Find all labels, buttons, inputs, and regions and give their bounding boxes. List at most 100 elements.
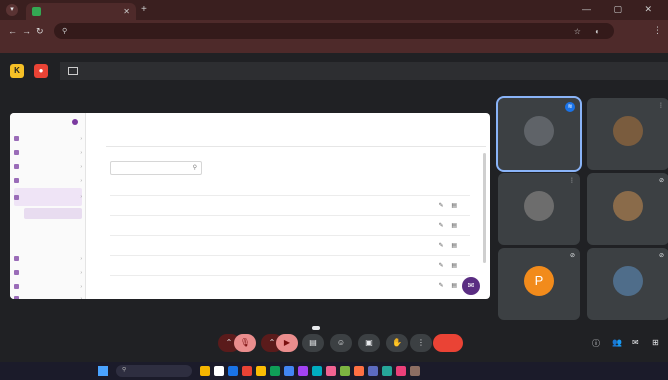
participant-tile[interactable]: ⋮ [498,173,580,245]
taskbar-app-icon[interactable] [270,366,280,376]
people-icon[interactable]: 👥 [612,338,622,347]
address-bar[interactable]: ⚲ ☆ ◐ [54,23,614,39]
sidebar-item[interactable]: › [14,188,82,206]
sidebar-item-icon [14,150,19,155]
extension-k-icon[interactable]: K [10,64,24,78]
table-row[interactable]: ✎ ▤ [110,195,470,215]
taskbar-app-icon[interactable] [396,366,406,376]
taskbar-app-icon[interactable] [242,366,252,376]
table-row[interactable]: ✎ ▤ [110,235,470,255]
taskbar-app-icon[interactable] [326,366,336,376]
sidebar-item[interactable]: › [14,293,82,299]
close-tab-icon[interactable]: ✕ [123,7,130,16]
info-icon[interactable]: ⓘ [592,338,600,349]
sidebar-item[interactable]: › [14,253,82,264]
participant-tile[interactable]: P ⊘ [498,248,580,320]
mic-off-icon: ⊘ [658,178,664,184]
sidebar-item[interactable] [24,208,82,219]
avatar: P [524,266,554,296]
more-options-icon[interactable]: ⋮ [658,102,664,109]
search-icon: ⚲ [192,165,197,171]
browser-tab[interactable]: ✕ [26,3,136,20]
chat-fab-button[interactable]: ✉ [462,277,480,295]
chevron-icon: › [80,149,82,156]
meet-top-strip: K ● [0,56,668,86]
taskbar-app-icon[interactable] [368,366,378,376]
back-icon[interactable]: ← [8,26,17,36]
more-options-button[interactable]: ⋮ [410,334,432,352]
camera-off-button[interactable]: ▶ [276,334,298,352]
raise-hand-button[interactable]: ✋ [386,334,408,352]
mic-off-icon: ⊘ [569,253,575,259]
taskbar-app-icon[interactable] [340,366,350,376]
emoji-button[interactable]: ☺ [330,334,352,352]
end-call-button[interactable] [433,334,463,352]
app-content: ⚲ ✎ ▤ ✎ ▤ ✎ ▤ ✎ ▤ ✎ ▤ [96,113,490,299]
search-input[interactable]: ⚲ [110,161,202,175]
row-actions[interactable]: ✎ ▤ [439,262,460,269]
present-screen-icon [68,67,78,75]
taskbar-app-icon[interactable] [312,366,322,376]
sidebar-item[interactable] [24,237,82,248]
app-logo-dot-icon [72,119,78,125]
participant-tile[interactable]: ≋ [496,96,582,172]
taskbar-app-icon[interactable] [354,366,364,376]
reload-icon[interactable]: ↻ [36,26,44,37]
sidebar-item[interactable]: › [14,161,82,172]
chat-icon[interactable]: ✉ [632,338,639,347]
forward-icon[interactable]: → [22,26,31,36]
row-actions[interactable]: ✎ ▤ [439,222,460,229]
chevron-icon: › [80,194,82,200]
taskbar-app-icon[interactable] [382,366,392,376]
extension-r-icon[interactable]: ● [34,64,48,78]
sidebar-item-icon [14,296,19,299]
sidebar-item[interactable]: › [14,175,82,186]
participant-tile[interactable]: ⊘ [587,173,668,245]
taskbar-app-icon[interactable] [410,366,420,376]
address-bar-tools[interactable]: ☆ ◐ [574,27,606,36]
table-row[interactable]: ✎ ▤ [110,215,470,235]
taskbar-app-icon[interactable] [214,366,224,376]
chevron-icon: › [80,163,82,170]
sidebar-item-icon [14,270,19,275]
table-row[interactable]: ✎ ▤ [110,275,470,295]
new-tab-icon[interactable]: + [141,4,147,15]
presenting-banner [60,62,668,80]
taskbar-app-icon[interactable] [256,366,266,376]
row-actions[interactable]: ✎ ▤ [439,242,460,249]
shared-screen: › › › › › › › › › ⚲ ✎ ▤ ✎ ▤ ✎ ▤ ✎ ▤ ✎ ▤ [10,113,490,299]
sidebar-item-icon [14,256,19,261]
mic-off-button[interactable]: 🎙 [234,334,256,352]
taskbar-app-icon[interactable] [228,366,238,376]
taskbar-app-icon[interactable] [284,366,294,376]
windows-start-icon[interactable] [98,366,108,376]
bookmarks-bar [0,42,668,53]
activities-icon[interactable]: ⊞ [652,338,659,347]
participant-tile[interactable]: ⊘ [587,248,668,320]
taskbar-app-icon[interactable] [298,366,308,376]
row-actions[interactable]: ✎ ▤ [439,282,460,289]
participant-tile[interactable]: ⋮ [587,98,668,170]
sidebar-item[interactable] [24,221,82,232]
sidebar-item[interactable]: › [14,133,82,144]
chevron-icon: › [80,255,82,262]
chevron-icon: › [80,269,82,276]
sidebar-item[interactable]: › [14,267,82,278]
avatar [613,116,643,146]
sidebar-item[interactable]: › [14,147,82,158]
sidebar-item[interactable]: › [14,281,82,292]
captions-button[interactable]: ▤ [302,334,324,352]
sidebar-item-icon [14,178,19,183]
site-info-icon[interactable]: ⚲ [62,27,67,35]
content-scrollbar[interactable] [483,153,486,263]
more-options-icon[interactable]: ⋮ [569,177,575,184]
taskbar-search-input[interactable]: ⚲ [116,365,192,377]
taskbar-app-icon[interactable] [200,366,210,376]
window-controls[interactable]: — ▢ ✕ [582,4,662,15]
present-button[interactable]: ▣ [358,334,380,352]
row-actions[interactable]: ✎ ▤ [439,202,460,209]
browser-menu-icon[interactable]: ⋮ [653,25,662,36]
tab-search-icon[interactable]: ▾ [6,4,18,16]
table-row[interactable]: ✎ ▤ [110,255,470,275]
app-sidebar: › › › › › › › › › [10,113,86,299]
